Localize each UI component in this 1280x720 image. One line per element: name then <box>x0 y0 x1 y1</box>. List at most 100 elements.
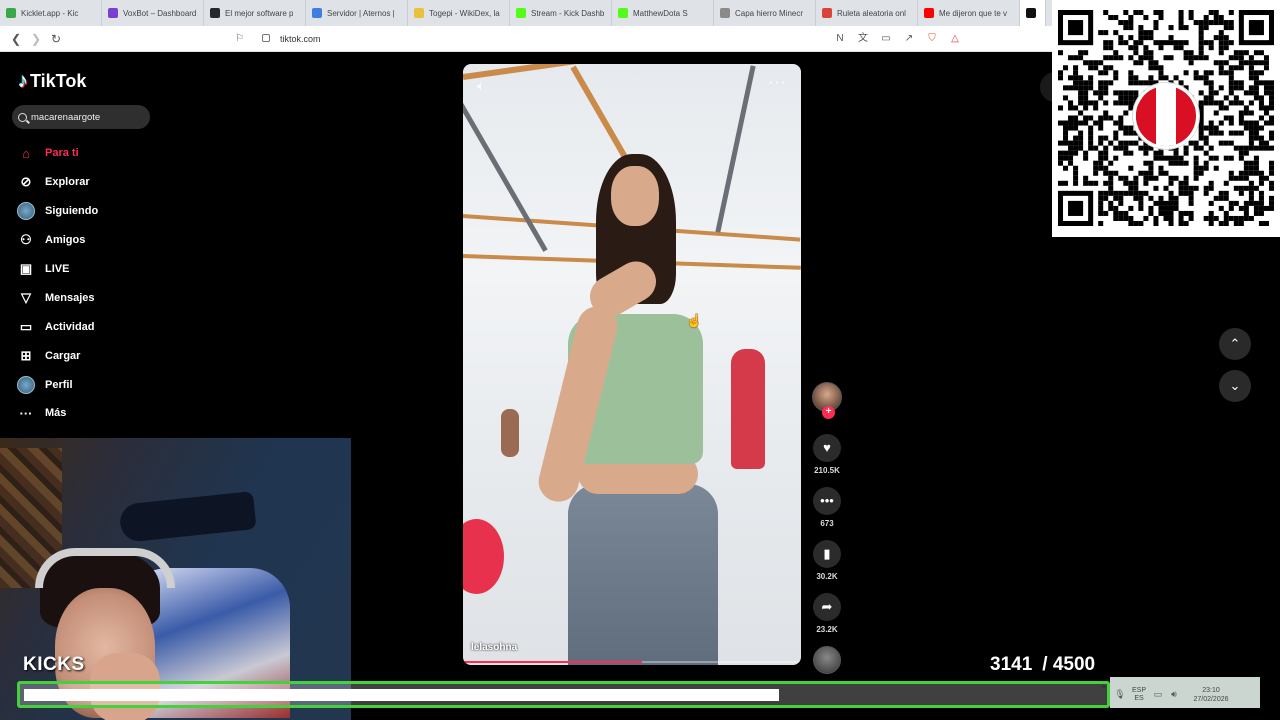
reader-mode-icon[interactable]: N <box>833 31 847 47</box>
screen: Kicklet.app - Kic VoxBot – Dashboard El me… <box>0 0 1280 720</box>
browser-extension-icons: N 文 ▭ ↗ ⛉ △ <box>833 31 962 47</box>
goal-counter: 3141 / 4500 <box>990 654 1095 676</box>
friends-icon: ⚇ <box>20 232 32 248</box>
speaker-icon[interactable]: 🔊︎ <box>1166 689 1182 700</box>
clock-date: 27/02/2026 <box>1193 695 1229 703</box>
tab-favicon-icon <box>516 8 526 18</box>
video-progress-fill <box>463 661 643 663</box>
system-tray: 🎙︎ ESP ES ▭ 🔊︎ 23:10 27/02/2026 <box>1112 681 1262 708</box>
tiktok-note-icon: ♪ <box>18 70 28 92</box>
brave-shield-icon[interactable]: ⛉ <box>925 31 939 47</box>
video-progress-bar[interactable] <box>463 661 801 663</box>
browser-tab[interactable]: Capa hierro Minecr <box>714 0 816 26</box>
bookmark-icon[interactable]: ▮ <box>813 540 841 568</box>
tab-favicon-icon <box>312 8 322 18</box>
tab-favicon-icon <box>618 8 628 18</box>
sidebar-item-m-s[interactable]: ··· Más <box>17 399 217 428</box>
tab-title: Stream - Kick Dashb <box>531 8 605 18</box>
microphone-icon[interactable]: 🎙︎ <box>1112 689 1128 700</box>
follow-plus-icon[interactable]: + <box>822 406 835 419</box>
sound-avatar[interactable] <box>813 646 841 674</box>
live-icon: ▣ <box>19 261 33 276</box>
messages-icon: ▽ <box>21 289 31 305</box>
browser-tab[interactable]: Servidor | Aternos | <box>306 0 408 26</box>
sidebar-item-explorar[interactable]: ⊘ Explorar <box>17 168 217 197</box>
active-tab-tiktok[interactable] <box>1020 0 1046 26</box>
site-info-icon[interactable] <box>262 34 270 42</box>
sidebar-item-actividad[interactable]: ▭ Actividad <box>17 312 217 341</box>
goal-target: / 4500 <box>1042 654 1096 675</box>
sidebar-item-siguiendo[interactable]: Siguiendo <box>17 197 217 226</box>
tab-title: Togepi - WikiDex, la <box>429 8 500 18</box>
browser-tab[interactable]: Stream - Kick Dashb <box>510 0 612 26</box>
browser-tab[interactable]: MatthewDota S <box>612 0 714 26</box>
sidebar-item-label: Cargar <box>45 349 81 362</box>
sidebar-item-live[interactable]: ▣ LIVE <box>17 255 217 284</box>
video-player[interactable]: 🔈︎ ··· lelasohna <box>463 64 801 665</box>
sidebar-menu: ⌂ Para ti ⊘ Explorar Siguiendo ⚇ Amigos ▣ LIVE ▽ M… <box>17 139 217 428</box>
compass-icon: ⊘ <box>20 174 32 190</box>
network-icon[interactable]: ▭ <box>1150 689 1166 700</box>
volume-icon[interactable]: 🔈︎ <box>477 78 485 94</box>
comment-action[interactable]: ••• 673 <box>810 487 844 528</box>
goal-current: 3141 <box>990 654 1033 675</box>
tab-favicon-icon <box>414 8 424 18</box>
tab-favicon-icon <box>822 8 832 18</box>
tab-title: MatthewDota S <box>633 8 688 18</box>
browser-tab[interactable]: VoxBot – Dashboard <box>102 0 204 26</box>
tab-favicon-icon <box>210 8 220 18</box>
search-input[interactable]: macarenaargote <box>12 105 150 129</box>
activity-icon: ▭ <box>19 318 33 334</box>
cast-icon[interactable]: ▭ <box>879 31 893 47</box>
sidebar-item-cargar[interactable]: ⊞ Cargar <box>17 341 217 370</box>
sidebar-item-mensajes[interactable]: ▽ Mensajes <box>17 283 217 312</box>
sidebar-item-label: Explorar <box>45 176 90 189</box>
like-action[interactable]: ♥ 210.5K <box>810 434 844 475</box>
save-count: 30.2K <box>816 572 838 581</box>
next-video-chevron-down-icon[interactable]: ⌄ <box>1219 370 1251 402</box>
tray-overflow-chevron-icon[interactable]: ⌃ <box>1100 684 1108 695</box>
heart-icon[interactable]: ♥ <box>813 434 841 462</box>
share-arrow-icon[interactable]: ➦ <box>813 593 841 621</box>
browser-tab[interactable]: Me dijeron que te v <box>918 0 1020 26</box>
tab-title: El mejor software p <box>225 8 294 18</box>
tab-title: Kicklet.app - Kic <box>21 8 79 18</box>
tab-title: Capa hierro Minecr <box>735 8 804 18</box>
translate-icon[interactable]: 文 <box>856 31 870 47</box>
author-avatar[interactable]: + <box>812 382 842 419</box>
mouse-cursor-icon: ☝ <box>686 313 703 328</box>
comment-icon[interactable]: ••• <box>813 487 841 515</box>
goal-progress-bar <box>17 681 1110 708</box>
tab-favicon-icon <box>720 8 730 18</box>
address-bar[interactable]: tiktok.com <box>280 31 321 47</box>
tiktok-favicon-icon <box>1026 8 1036 18</box>
sidebar-item-amigos[interactable]: ⚇ Amigos <box>17 226 217 255</box>
more-options-icon[interactable]: ··· <box>768 74 787 92</box>
video-author[interactable]: lelasohna <box>471 642 517 653</box>
browser-tab[interactable]: El mejor software p <box>204 0 306 26</box>
brave-rewards-icon[interactable]: △ <box>948 31 962 47</box>
forward-icon[interactable]: ❯ <box>28 31 44 47</box>
browser-tab[interactable]: Kicklet.app - Kic <box>0 0 102 26</box>
back-icon[interactable]: ❮ <box>8 31 24 47</box>
sidebar-item-para-ti[interactable]: ⌂ Para ti <box>17 139 217 168</box>
tiktok-logo[interactable]: ♪ TikTok <box>18 70 86 93</box>
share-action[interactable]: ➦ 23.2K <box>810 593 844 634</box>
comment-count: 673 <box>820 519 834 528</box>
clock[interactable]: 23:10 27/02/2026 <box>1186 686 1236 704</box>
browser-tab[interactable]: Ruleta aleatoria onl <box>816 0 918 26</box>
share-icon[interactable]: ↗ <box>902 31 916 47</box>
browser-tab[interactable]: Togepi - WikiDex, la <box>408 0 510 26</box>
share-count: 23.2K <box>816 625 838 634</box>
reload-icon[interactable]: ↻ <box>48 31 64 47</box>
following-avatar-icon <box>17 202 35 221</box>
sidebar-item-perfil[interactable]: Perfil <box>17 370 217 399</box>
save-action[interactable]: ▮ 30.2K <box>810 540 844 581</box>
clock-time: 23:10 <box>1202 686 1220 694</box>
bookmark-icon[interactable]: ⚐ <box>235 31 244 47</box>
previous-video-chevron-up-icon[interactable]: ⌃ <box>1219 328 1251 360</box>
tab-title: VoxBot – Dashboard <box>123 8 197 18</box>
keyboard-layout: ES <box>1134 694 1144 702</box>
search-value: macarenaargote <box>31 111 101 123</box>
language-indicator[interactable]: ESP ES <box>1128 687 1150 703</box>
